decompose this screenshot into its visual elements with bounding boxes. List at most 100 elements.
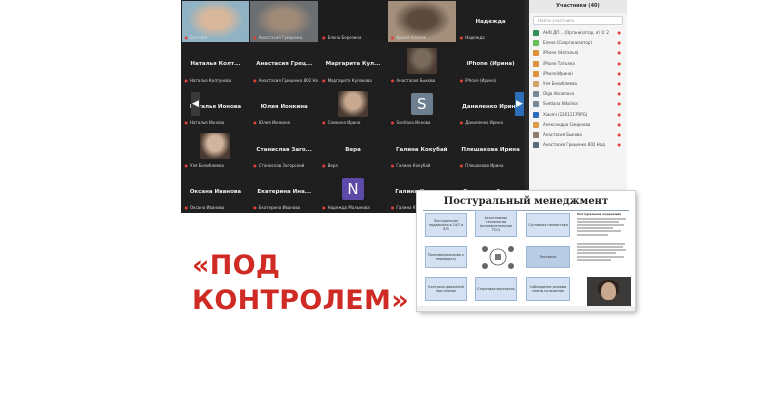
muted-mic-icon: ● — [253, 35, 257, 41]
zoom-meeting-window: ● Евгения ● Анастасия Гриценко ● Елена Берези… — [181, 0, 627, 213]
prev-page-arrow-icon[interactable]: ◀ — [191, 92, 200, 116]
muted-mic-icon: ● — [617, 50, 622, 56]
video-tile[interactable]: Наталья Колт... ● Наталья Колтунова — [181, 43, 250, 85]
participant-avatar-icon — [533, 80, 539, 87]
video-tile[interactable]: ● Елена Березина — [319, 0, 387, 43]
slide-divider — [423, 210, 629, 211]
video-tile[interactable]: Екатерина Ина... ● Екатерина Иванова — [250, 170, 319, 213]
video-tile[interactable]: Галина Кокубай ● Галина Кокубай — [387, 128, 456, 170]
participant-search-input[interactable]: Найти участника — [533, 16, 623, 25]
participant-row[interactable]: Анастасия Гриценко 802 Над ● — [529, 140, 627, 150]
slide-box: Ассистивные технологии (вспомогательные … — [475, 210, 517, 237]
tile-name-label: ● Наталья Ионова — [185, 120, 225, 125]
tile-name-label: ● Анастасия Гриценко 802 Над — [253, 78, 318, 83]
video-tile[interactable]: ● Анастасия Гриценко — [250, 0, 319, 43]
video-tile[interactable]: ● Самкина Ирина — [319, 85, 387, 128]
video-tile[interactable]: Маргарита Кул... ● Маргарита Кулакова — [319, 43, 387, 85]
tile-name-text: Галина Кокубай — [396, 162, 431, 168]
participant-row[interactable]: Александра Смирнова ● — [529, 120, 627, 130]
tile-name-text: Ирина Хлопок — [396, 35, 427, 41]
slide-box: Стартовая вертикаль — [475, 277, 517, 301]
video-tile[interactable]: Юлия Ионкина ● Юлия Ионкина — [250, 85, 319, 128]
tile-display-name: Галина Кокубай — [396, 146, 448, 153]
muted-mic-icon: ● — [322, 77, 326, 83]
muted-mic-icon: ● — [390, 205, 395, 211]
tile-name-label: ● Анастасия Гриценко — [253, 35, 302, 40]
muted-mic-icon: ● — [617, 30, 622, 35]
muted-mic-icon: ● — [184, 77, 189, 83]
video-tile[interactable]: Станислав Заго... ● Станислав Загорский — [250, 128, 319, 170]
tile-name-text: Svetlana Ионова — [396, 120, 431, 126]
muted-mic-icon: ● — [390, 120, 395, 126]
participant-avatar-icon — [533, 101, 539, 108]
tile-name-text: Наталья Колтунова — [190, 77, 232, 83]
tile-name-text: Наталья Ионова — [190, 120, 225, 126]
tile-name-label: ● Маргарита Кулакова — [322, 78, 372, 83]
headline-line-2: КОНТРОЛЕМ» — [192, 285, 409, 316]
muted-mic-icon: ● — [617, 121, 622, 127]
tile-name-label: ● Елена Березина — [322, 35, 361, 40]
participant-name: Olga Abramova — [543, 91, 575, 97]
slide-box: Соблюдение режима смены положения — [526, 277, 570, 301]
tile-name-label: ● Екатерина Иванова — [253, 205, 300, 210]
muted-mic-icon: ● — [390, 35, 395, 41]
participant-row[interactable]: АНО ДП... (Организатор, я) © 2 ● — [529, 28, 627, 38]
tile-name-label: ● Надежда Малыкова — [322, 205, 370, 210]
participant-row[interactable]: Svetlana Nikolina ● — [529, 99, 627, 109]
video-tile[interactable]: iPhone (Ирина) ● iPhone (Ирина) — [456, 43, 525, 85]
muted-mic-icon: ● — [184, 205, 189, 211]
participant-name: Анастасия Гриценко 802 Над — [543, 142, 605, 148]
tile-display-name: Анастасия Грец... — [256, 61, 313, 68]
tile-name-text: Екатерина Иванова — [258, 205, 301, 211]
participant-row[interactable]: Olga Abramova ● — [529, 89, 627, 99]
tile-name-text: Анастасия Гриценко 802 Над — [258, 77, 319, 83]
tile-display-name: Юлия Ионкина — [260, 103, 308, 110]
muted-mic-icon: ● — [253, 205, 257, 211]
participant-list: АНО ДП... (Организатор, я) © 2 ● Елена (Со… — [529, 28, 627, 150]
video-tile[interactable]: ● Анастасия Быкова — [387, 43, 456, 85]
muted-mic-icon: ● — [459, 77, 464, 83]
participant-row[interactable]: Елена (Соорганизатор) ● — [529, 38, 627, 48]
tile-name-label: ● Вера — [322, 163, 338, 168]
video-tile[interactable]: Вера ● Вера — [319, 128, 387, 170]
video-tile[interactable]: ● Евгения — [181, 0, 250, 43]
tile-display-name: Станислав Заго... — [256, 146, 312, 153]
tile-name-text: Даниленко Ирина — [465, 120, 503, 126]
muted-mic-icon: ● — [617, 131, 622, 137]
muted-mic-icon: ● — [322, 162, 326, 168]
participant-row[interactable]: iPhone(Ирина) ● — [529, 69, 627, 79]
participant-name: Уля Белиблиева — [543, 80, 577, 86]
participant-photo — [406, 48, 437, 75]
presentation-slide: Постуральный менеджмент Постуральная под… — [417, 191, 635, 311]
video-tile[interactable]: ● Уля Белиблиева — [181, 128, 250, 170]
muted-mic-icon: ● — [390, 77, 395, 83]
participant-row[interactable]: iPhone (Наталья) ● — [529, 48, 627, 58]
video-tile[interactable]: Анастасия Грец... ● Анастасия Гриценко 802… — [250, 43, 319, 85]
slide-box: Растяжки — [526, 246, 570, 268]
participant-row[interactable]: Уля Белиблиева ● — [529, 79, 627, 89]
participant-row[interactable]: iPhone Татьяна ● — [529, 59, 627, 69]
muted-mic-icon: ● — [253, 162, 257, 168]
tile-name-text: Анастасия Быкова — [396, 77, 436, 83]
muted-mic-icon: ● — [253, 120, 257, 126]
slide-box: Постуральная поддержка в 24/7 и 8/3 — [425, 213, 467, 237]
tile-name-label: ● Ирина Хлопок — [391, 35, 426, 40]
video-tile[interactable]: Оксана Иванова ● Оксана Иванова — [181, 170, 250, 213]
muted-mic-icon: ● — [322, 35, 326, 41]
participant-name: Елена (Соорганизатор) — [543, 40, 592, 46]
video-tile[interactable]: S ● Svetlana Ионова — [387, 85, 456, 128]
slide-side-heading: Постуральная коррекция — [577, 212, 622, 216]
tile-name-text: Надежда — [465, 35, 485, 41]
video-tile[interactable]: Надежда ● Надежда — [456, 0, 525, 43]
next-page-arrow-icon[interactable]: ▶ — [515, 92, 524, 116]
muted-mic-icon: ● — [617, 101, 622, 107]
video-tile[interactable]: N ● Надежда Малыкова — [319, 170, 387, 213]
video-tile[interactable]: Плешакова Ирина ● Плешакова Ирина — [456, 128, 525, 170]
tile-display-name: Екатерина Ина... — [257, 189, 312, 196]
participant-row[interactable]: Xiaomi (2201117RPG) ● — [529, 110, 627, 120]
participant-row[interactable]: Анастасия Быкова ● — [529, 130, 627, 140]
tile-name-label: ● Наталья Колтунова — [185, 78, 232, 83]
participant-photo — [337, 90, 368, 117]
tile-display-name: Оксана Иванова — [189, 189, 242, 196]
video-tile[interactable]: ● Ирина Хлопок — [387, 0, 456, 43]
